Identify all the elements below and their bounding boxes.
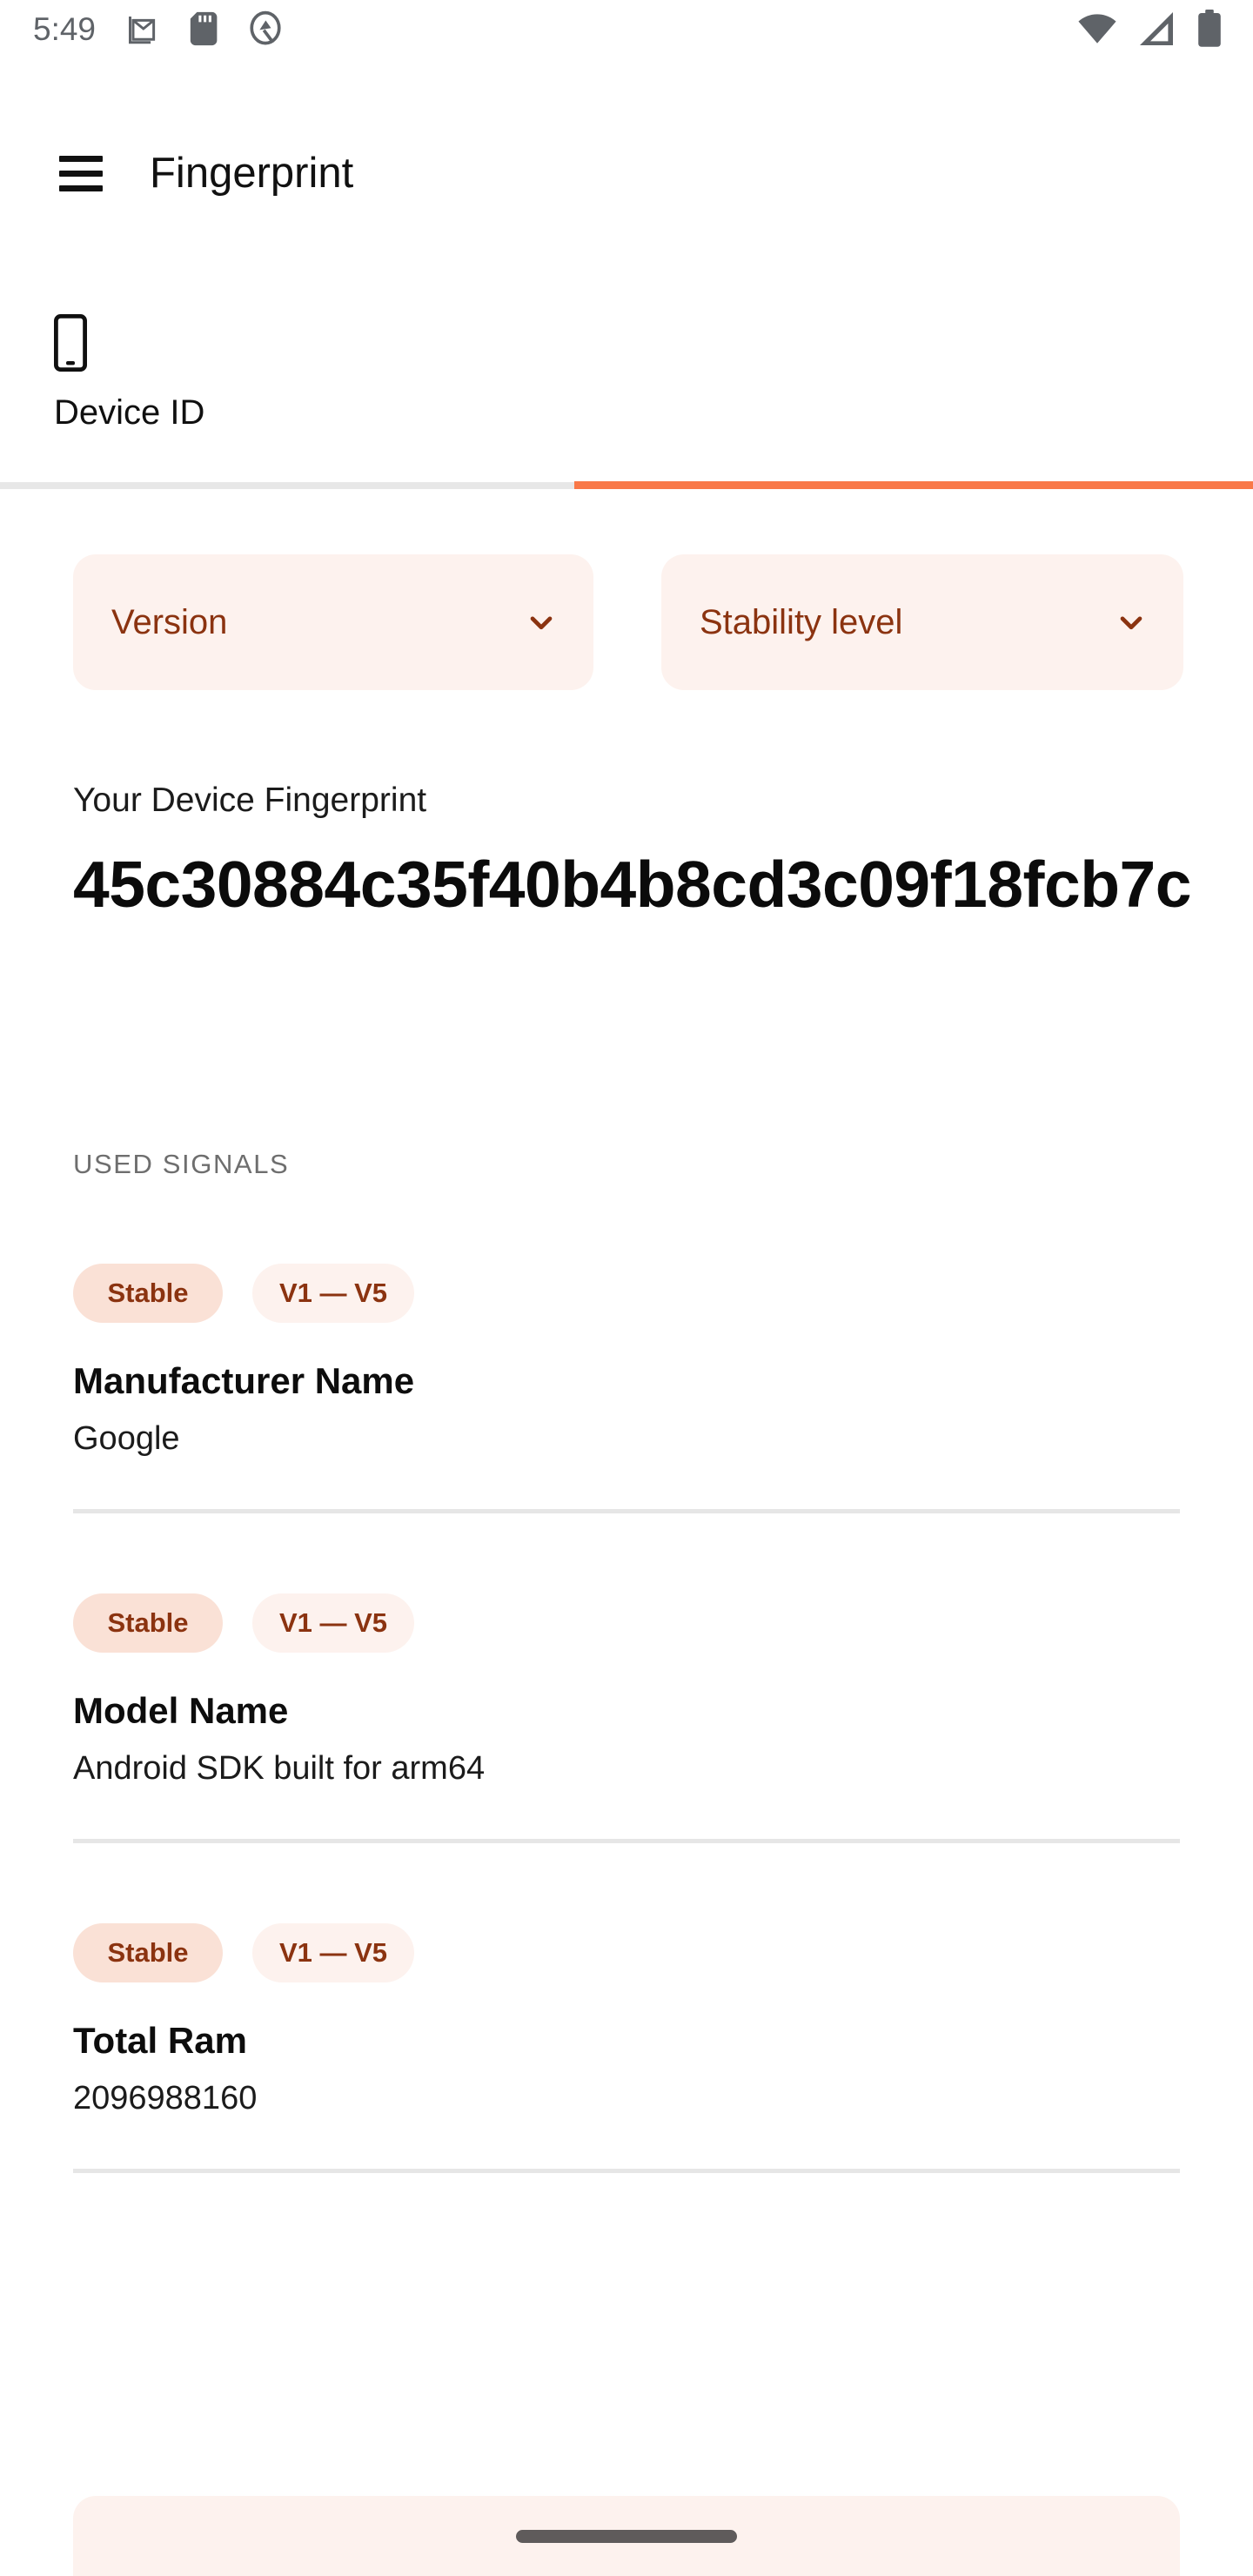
tab-label-device-id: Device ID <box>54 393 205 432</box>
cellular-signal-icon <box>1138 10 1176 47</box>
stability-level-dropdown-label: Stability level <box>700 603 903 641</box>
tab-underline-inactive <box>0 482 574 489</box>
signal-list: Stable V1 — V5 Manufacturer Name Google … <box>0 1264 1253 2173</box>
list-item[interactable]: Stable V1 — V5 Model Name Android SDK bu… <box>0 1593 1253 1843</box>
signal-badges: Stable V1 — V5 <box>73 1593 1180 1653</box>
fingerprint-block: Your Device Fingerprint 45c30884c35f40b4… <box>73 783 1196 923</box>
divider <box>73 1509 1180 1513</box>
signal-name: Model Name <box>73 1690 289 1731</box>
chevron-down-icon <box>524 605 559 640</box>
wifi-icon <box>1077 10 1117 47</box>
fingerprint-hash-value[interactable]: 45c30884c35f40b4b8cd3c09f18fcb7c <box>73 847 1204 923</box>
status-badge: Stable <box>73 1264 223 1323</box>
signal-badges: Stable V1 — V5 <box>73 1264 1180 1323</box>
version-dropdown[interactable]: Version <box>73 554 593 690</box>
status-bar-notification-icons <box>127 10 284 47</box>
menu-line-middle <box>59 170 103 177</box>
status-bar: 5:49 <box>0 0 1253 57</box>
divider <box>73 1839 1180 1843</box>
menu-line-bottom <box>59 184 103 191</box>
tab-bar: Device ID Device Fingerprint <box>0 287 1253 489</box>
menu-line-top <box>59 155 103 162</box>
status-bar-system-icons <box>1077 10 1222 48</box>
tab-device-fingerprint[interactable]: Device Fingerprint <box>574 287 1253 489</box>
android-q-icon <box>247 10 284 47</box>
chevron-down-icon <box>1114 605 1149 640</box>
hamburger-menu-icon[interactable] <box>59 148 110 198</box>
gesture-navigation-bar[interactable] <box>516 2530 737 2543</box>
list-item[interactable]: Stable V1 — V5 Manufacturer Name Google <box>0 1264 1253 1513</box>
status-badge: Stable <box>73 1923 223 1982</box>
used-signals-header: USED SIGNALS <box>73 1149 290 1179</box>
tab-underline-active <box>574 481 1253 489</box>
version-range-badge: V1 — V5 <box>252 1923 414 1982</box>
version-range-badge: V1 — V5 <box>252 1264 414 1323</box>
status-bar-clock: 5:49 <box>33 10 97 47</box>
stability-level-dropdown[interactable]: Stability level <box>661 554 1183 690</box>
tab-device-id[interactable]: Device ID <box>0 287 574 489</box>
list-item[interactable]: Stable V1 — V5 Total Ram 2096988160 <box>0 1923 1253 2173</box>
signal-value: Google <box>73 1420 180 1457</box>
filter-bar: Version Stability level <box>73 554 1183 690</box>
gmail-icon <box>127 10 164 47</box>
divider <box>73 2169 1180 2173</box>
version-range-badge: V1 — V5 <box>252 1593 414 1653</box>
app-bar: Fingerprint <box>0 122 1253 225</box>
fingerprint-caption: Your Device Fingerprint <box>73 782 427 819</box>
signal-badges: Stable V1 — V5 <box>73 1923 1180 1982</box>
battery-icon <box>1197 10 1222 48</box>
signal-name: Manufacturer Name <box>73 1360 415 1401</box>
version-dropdown-label: Version <box>111 603 228 641</box>
signal-value: 2096988160 <box>73 2080 258 2116</box>
status-badge: Stable <box>73 1593 223 1653</box>
smartphone-icon <box>54 310 87 376</box>
page-title: Fingerprint <box>150 149 354 197</box>
app-screen: 5:49 Fingerprint Device ID Version Stabi… <box>0 0 1253 2576</box>
signal-name: Total Ram <box>73 2020 247 2061</box>
sd-card-icon <box>190 10 221 47</box>
signal-value: Android SDK built for arm64 <box>73 1750 486 1787</box>
